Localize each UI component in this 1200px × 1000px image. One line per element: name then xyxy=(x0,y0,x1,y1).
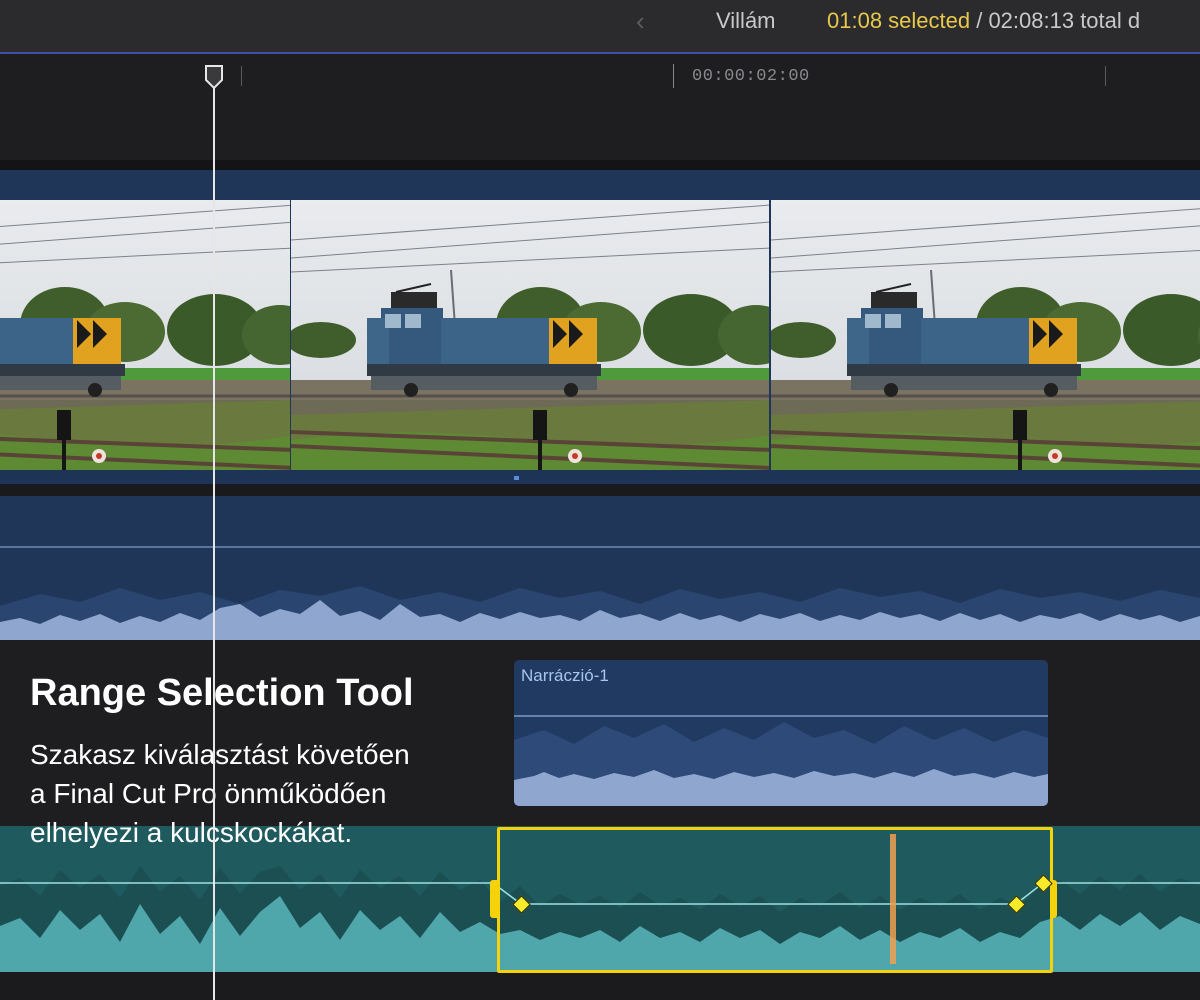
chevron-left-icon[interactable]: ‹ xyxy=(636,6,645,36)
marker-indicator xyxy=(514,476,519,480)
timeline-ruler[interactable] xyxy=(0,54,1200,160)
playhead-line[interactable] xyxy=(213,70,215,1000)
video-filmstrip[interactable] xyxy=(0,200,1200,470)
project-name: Villám xyxy=(716,8,776,33)
primary-audio-waveform[interactable] xyxy=(0,496,1200,640)
filmstrip-frame xyxy=(0,200,290,470)
timeline-bottom xyxy=(0,972,1200,1000)
description-line: elhelyezi a kulcskockákat. xyxy=(30,817,353,848)
duration-info: 01:08 selected / 02:08:13 total d xyxy=(827,8,1140,34)
video-clip-header[interactable] xyxy=(0,170,1200,200)
ruler-tick xyxy=(673,64,674,88)
narration-audio-clip[interactable]: Narráczió-1 xyxy=(514,660,1048,806)
description-line: Szakasz kiválasztást követően xyxy=(30,739,410,770)
clip-footer xyxy=(0,470,1200,484)
ruler-tick xyxy=(241,66,242,86)
selected-duration: 01:08 selected xyxy=(827,8,971,33)
filmstrip-frame xyxy=(771,200,1200,470)
description-line: a Final Cut Pro önműködően xyxy=(30,778,387,809)
ruler-timecode: 00:00:02:00 xyxy=(692,67,810,86)
clip-name: Narráczió-1 xyxy=(521,666,609,685)
range-handle-right[interactable] xyxy=(1050,880,1057,918)
range-handle-left[interactable] xyxy=(490,880,497,918)
track-gap xyxy=(0,484,1200,496)
ruler-tick xyxy=(1105,66,1106,86)
playhead-handle-icon[interactable] xyxy=(204,64,224,95)
total-duration: / 02:08:13 total d xyxy=(970,8,1141,33)
range-selection[interactable] xyxy=(497,827,1053,973)
filmstrip-frame xyxy=(291,200,769,470)
track-gap xyxy=(0,160,1200,170)
tool-title: Range Selection Tool xyxy=(30,672,414,714)
